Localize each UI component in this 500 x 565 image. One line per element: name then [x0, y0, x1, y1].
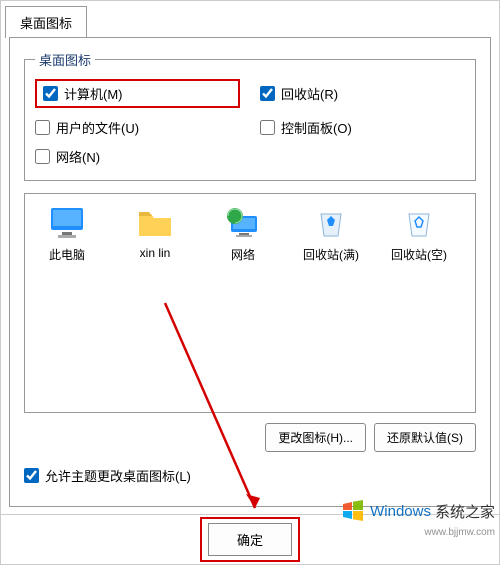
highlight-ok: 确定: [200, 517, 300, 562]
preview-label-network: 网络: [231, 246, 255, 263]
checkbox-item-recycle[interactable]: 回收站(R): [260, 79, 465, 108]
folder-icon: [137, 206, 173, 240]
tab-panel: 桌面图标 计算机(M) 回收站(R) 用户的文件(U): [9, 37, 491, 507]
checkbox-item-network[interactable]: 网络(N): [35, 147, 240, 166]
preview-label-thispc: 此电脑: [49, 246, 85, 263]
checkbox-label-computer: 计算机(M): [64, 84, 123, 103]
checkbox-label-network: 网络(N): [56, 147, 100, 166]
tab-desktop-icons[interactable]: 桌面图标: [5, 6, 87, 38]
checkbox-item-allow-theme[interactable]: 允许主题更改桌面图标(L): [24, 466, 476, 485]
preview-icon-recycle-empty[interactable]: 回收站(空): [389, 206, 449, 263]
checkbox-grid: 计算机(M) 回收站(R) 用户的文件(U) 控制面板(O): [35, 79, 465, 166]
watermark-suffix: 系统之家: [435, 501, 495, 522]
checkbox-item-userfiles[interactable]: 用户的文件(U): [35, 118, 240, 137]
preview-label-recycle-empty: 回收站(空): [391, 246, 447, 263]
preview-icon-network[interactable]: 网络: [213, 206, 273, 263]
windows-logo-icon: [340, 498, 366, 524]
checkbox-label-userfiles: 用户的文件(U): [56, 118, 139, 137]
preview-icon-userfolder[interactable]: xin lin: [125, 206, 185, 260]
checkbox-computer[interactable]: [43, 86, 58, 101]
globe-monitor-icon: [225, 206, 261, 240]
watermark-url: www.bjjmw.com: [424, 527, 495, 538]
preview-icon-recycle-full[interactable]: 回收站(满): [301, 206, 361, 263]
icon-button-row: 更改图标(H)... 还原默认值(S): [24, 423, 476, 452]
checkbox-label-allow-theme: 允许主题更改桌面图标(L): [45, 466, 191, 485]
checkbox-network[interactable]: [35, 149, 50, 164]
recycle-empty-icon: [401, 206, 437, 240]
recycle-full-icon: [313, 206, 349, 240]
icon-preview-area: 此电脑 xin lin 网络 回收站(满): [24, 193, 476, 413]
preview-label-recycle-full: 回收站(满): [303, 246, 359, 263]
checkbox-allow-theme[interactable]: [24, 468, 39, 483]
checkbox-label-controlpanel: 控制面板(O): [281, 118, 352, 137]
preview-icon-thispc[interactable]: 此电脑: [37, 206, 97, 263]
checkbox-controlpanel[interactable]: [260, 120, 275, 135]
ok-button[interactable]: 确定: [208, 523, 292, 556]
highlight-computer: 计算机(M): [35, 79, 240, 108]
checkbox-label-recycle: 回收站(R): [281, 84, 338, 103]
checkbox-item-computer[interactable]: 计算机(M): [43, 84, 123, 103]
watermark-brand: Windows: [370, 503, 431, 520]
tab-row: 桌面图标: [5, 5, 499, 37]
group-desktop-icons: 桌面图标 计算机(M) 回收站(R) 用户的文件(U): [24, 50, 476, 181]
checkbox-userfiles[interactable]: [35, 120, 50, 135]
checkbox-item-controlpanel[interactable]: 控制面板(O): [260, 118, 465, 137]
dialog-window: 桌面图标 桌面图标 计算机(M) 回收站(R) 用户的文件(U): [0, 0, 500, 565]
restore-default-button[interactable]: 还原默认值(S): [374, 423, 476, 452]
group-legend: 桌面图标: [35, 50, 95, 69]
checkbox-recycle[interactable]: [260, 86, 275, 101]
preview-label-userfolder: xin lin: [140, 246, 171, 260]
monitor-icon: [49, 206, 85, 240]
change-icon-button[interactable]: 更改图标(H)...: [265, 423, 366, 452]
watermark: Windows 系统之家 www.bjjmw.com: [340, 498, 495, 524]
